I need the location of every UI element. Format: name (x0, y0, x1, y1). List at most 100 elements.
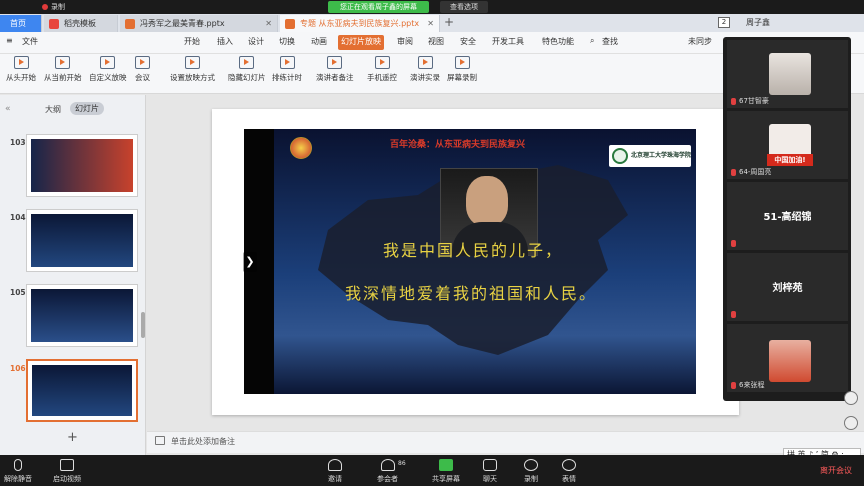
speech-record-button[interactable]: 演讲实录 (410, 56, 440, 83)
share-status-bar (0, 0, 864, 14)
menu-developer[interactable]: 开发工具 (492, 36, 524, 47)
user-name[interactable]: 周子鑫 (746, 17, 770, 28)
emoji-icon (562, 459, 576, 471)
toolbar-label: 邀请 (328, 475, 342, 483)
meeting-button[interactable]: 会议 (135, 56, 150, 83)
screen-record-button[interactable]: 屏幕录制 (447, 56, 477, 83)
menu-home[interactable]: 开始 (184, 36, 200, 47)
tab-ppt-1[interactable]: 冯秀军之最美青春.pptx ✕ (120, 15, 278, 32)
leave-meeting-button[interactable]: 离开会议 (820, 465, 852, 476)
rehearse-timings-button[interactable]: 排练计时 (272, 56, 302, 83)
setup-show-button[interactable]: 设置放映方式 (170, 56, 215, 83)
menu-design[interactable]: 设计 (248, 36, 264, 47)
toolbar-label: 参会者 (377, 475, 398, 483)
tab-docer[interactable]: 稻壳模板 (44, 15, 118, 32)
menu-insert[interactable]: 插入 (217, 36, 233, 47)
participant-name: 6来张程 (739, 381, 765, 389)
close-icon[interactable]: ✕ (265, 15, 272, 32)
badge: 中国加油! (767, 154, 813, 166)
mic-muted-icon (731, 240, 736, 247)
reaction-button[interactable]: 表情 (562, 459, 576, 484)
tab-ppt-2[interactable]: 专题 从东亚病夫到民族复兴.pptx ✕ (280, 15, 440, 32)
zoom-in-icon[interactable] (844, 391, 858, 405)
participant-tile[interactable]: 中国加油! 64-周国亮 (727, 111, 848, 179)
tab-slides[interactable]: 幻灯片 (70, 102, 104, 115)
setup-show-icon (185, 56, 200, 69)
ribbon-label: 排练计时 (272, 73, 302, 82)
chat-icon (483, 459, 497, 471)
menu-file[interactable]: 文件 (22, 36, 38, 47)
menu-find[interactable]: 查找 (602, 36, 618, 47)
notes-icon (155, 436, 165, 445)
cloud-sync-status[interactable]: 未同步 (688, 36, 712, 47)
slide-thumbnail-104[interactable] (26, 209, 138, 272)
tab-outline[interactable]: 大纲 (45, 104, 61, 115)
tab-ppt-2-label: 专题 从东亚病夫到民族复兴.pptx (300, 19, 420, 28)
help-icon[interactable] (844, 416, 858, 430)
tab-home-label: 首页 (10, 19, 26, 28)
unmute-button[interactable]: 解除静音 (4, 459, 32, 484)
ppt-file-icon (285, 19, 295, 29)
share-screen-icon (439, 459, 453, 471)
slide-thumbnail-106[interactable] (26, 359, 138, 422)
collapse-pane-icon[interactable]: « (5, 104, 11, 114)
search-icon[interactable]: ⌕ (590, 36, 594, 46)
notes-icon (327, 56, 343, 69)
menu-slideshow[interactable]: 幻灯片放映 (341, 36, 381, 47)
school-seal-icon (612, 148, 628, 164)
participant-display-name: 51-高绍锦 (763, 212, 812, 223)
custom-show-button[interactable]: 自定义放映 (89, 56, 127, 83)
tab-home[interactable]: 首页 (0, 15, 42, 32)
mic-off-icon (14, 459, 22, 471)
custom-show-icon (100, 56, 116, 69)
toolbar-label: 聊天 (483, 475, 497, 483)
hide-slide-button[interactable]: 隐藏幻灯片 (228, 56, 266, 83)
toolbar-label: 共享屏幕 (432, 475, 460, 483)
camera-off-icon (60, 459, 74, 471)
school-name: 北京理工大学珠海学院 (631, 152, 692, 159)
invite-button[interactable]: 邀请 (328, 459, 342, 484)
speaker-notes-button[interactable]: 演讲者备注 (316, 56, 354, 83)
previous-slide-button[interactable]: ❯ (243, 252, 257, 272)
phone-icon (374, 56, 390, 69)
menu-security[interactable]: 安全 (460, 36, 476, 47)
new-tab-button[interactable]: + (444, 15, 454, 29)
menu-view[interactable]: 视图 (428, 36, 444, 47)
mic-muted-icon (731, 311, 736, 318)
hamburger-menu-icon[interactable]: ≡ (6, 36, 13, 45)
share-screen-button[interactable]: 共享屏幕 (432, 459, 460, 484)
view-options-button[interactable]: 查看选项 (440, 1, 488, 13)
ribbon-label: 自定义放映 (89, 73, 127, 82)
slide-thumbnail-103[interactable] (26, 134, 138, 197)
add-slide-button[interactable]: + (67, 430, 78, 445)
start-from-beginning-button[interactable]: 从头开始 (6, 56, 36, 83)
start-from-current-button[interactable]: 从当前开始 (44, 56, 82, 83)
phone-remote-button[interactable]: 手机遥控 (367, 56, 397, 83)
start-video-button[interactable]: 启动视频 (53, 459, 81, 484)
timer-icon (279, 56, 295, 69)
chat-button[interactable]: 聊天 (483, 459, 497, 484)
menu-animations[interactable]: 动画 (311, 36, 327, 47)
toolbar-label: 启动视频 (53, 475, 81, 483)
participant-tile[interactable]: 67甘智豪 (727, 40, 848, 108)
menu-transitions[interactable]: 切换 (279, 36, 295, 47)
thumbnail-scrollbar[interactable] (141, 312, 145, 338)
ribbon-label: 演讲者备注 (316, 73, 354, 82)
meeting-icon (135, 56, 150, 69)
notes-placeholder[interactable]: 单击此处添加备注 (171, 436, 235, 447)
participant-tile[interactable]: 51-高绍锦 (727, 182, 848, 250)
participant-tile[interactable]: 6来张程 (727, 324, 848, 392)
slide-thumbnail-105[interactable] (26, 284, 138, 347)
record-button[interactable]: 录制 (524, 459, 538, 484)
menu-features[interactable]: 特色功能 (542, 36, 574, 47)
record-label: 录制 (51, 3, 65, 11)
participant-tile[interactable]: 刘梓苑 (727, 253, 848, 321)
toolbar-label: 表情 (562, 475, 576, 483)
participants-button[interactable]: 参会者 (377, 459, 398, 484)
window-count-badge[interactable]: 2 (718, 17, 730, 28)
menu-review[interactable]: 审阅 (397, 36, 413, 47)
slide-number: 106 (10, 364, 26, 373)
close-icon[interactable]: ✕ (427, 15, 434, 32)
ribbon-label: 演讲实录 (410, 73, 440, 82)
people-icon (380, 459, 395, 471)
